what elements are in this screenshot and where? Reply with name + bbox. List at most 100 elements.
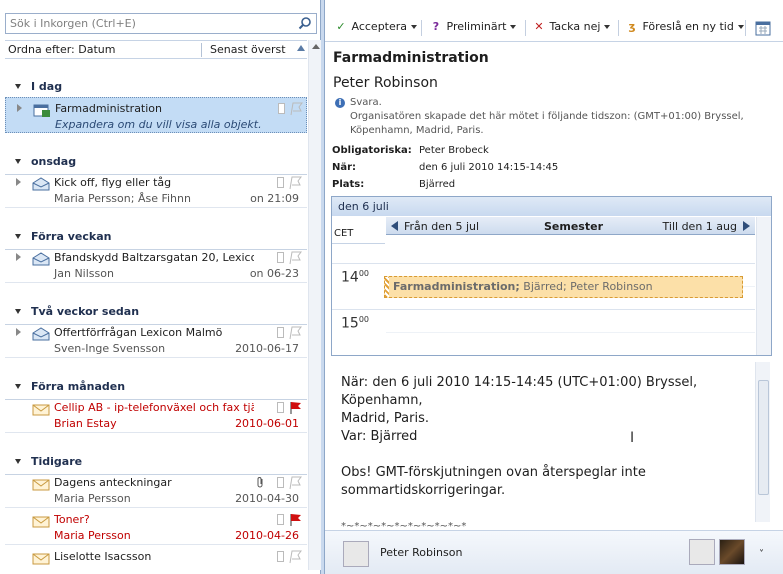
item-subject: Kick off, flyg eller tåg	[54, 176, 172, 189]
body-line: Madrid, Paris.	[341, 411, 429, 426]
meta-value[interactable]: Peter Brobeck	[419, 145, 489, 156]
collapse-icon[interactable]	[15, 84, 21, 89]
message-body: När: den 6 juli 2010 14:15-14:45 (UTC+01…	[341, 374, 761, 554]
category-box[interactable]	[277, 402, 284, 413]
dropdown-icon[interactable]	[510, 25, 517, 29]
item-subject: Offertförfrågan Lexicon Malmö	[54, 326, 223, 339]
collapse-icon[interactable]	[15, 234, 21, 239]
flag-icon[interactable]	[288, 176, 302, 190]
group-header[interactable]: Förra veckan	[5, 227, 307, 250]
expand-icon[interactable]	[16, 178, 21, 186]
group-header[interactable]: onsdag	[5, 152, 307, 175]
tentative-stripe	[385, 277, 389, 297]
dropdown-icon[interactable]	[604, 25, 611, 29]
item-date: 2010-06-17	[235, 342, 299, 355]
group-header[interactable]: I dag	[5, 77, 307, 100]
toolbar-separator	[618, 20, 619, 36]
info-reply[interactable]: Svara.	[350, 97, 382, 108]
collapse-icon[interactable]	[15, 384, 21, 389]
calendar-icon[interactable]	[755, 20, 771, 36]
message-sender[interactable]: Peter Robinson	[333, 75, 438, 91]
collapse-icon[interactable]	[15, 159, 21, 164]
flag-icon[interactable]	[288, 251, 302, 265]
tentative-label: Preliminärt	[446, 20, 507, 33]
group-header[interactable]: Förra månaden	[5, 377, 307, 400]
meeting-icon	[32, 252, 50, 266]
tentative-button[interactable]: ? Preliminärt	[429, 20, 517, 36]
list-item[interactable]: Bfandskydd Baltzarsgatan 20, Lexicon Jan…	[5, 247, 307, 283]
list-item[interactable]: Kick off, flyg eller tåg Maria Persson; …	[5, 172, 307, 208]
chevron-down-icon[interactable]: ˅	[759, 549, 764, 560]
toolbar-separator	[745, 20, 746, 36]
expand-icon[interactable]	[17, 104, 22, 112]
flag-icon[interactable]	[289, 102, 303, 116]
category-box[interactable]	[277, 514, 284, 525]
list-item[interactable]: Cellip AB - ip-telefonväxel och fax tjän…	[5, 397, 307, 433]
next-arrow-icon[interactable]	[743, 221, 750, 231]
sort-order-button[interactable]: Senast överst	[210, 43, 286, 56]
list-item[interactable]: Farmadministration Expandera om du vill …	[5, 97, 307, 133]
search-icon[interactable]	[298, 16, 312, 30]
sort-up-icon[interactable]	[297, 45, 305, 51]
list-item[interactable]: Liselotte Isacsson	[5, 546, 307, 570]
next-appointment-link[interactable]: Till den 1 aug	[663, 220, 737, 233]
expand-icon[interactable]	[16, 253, 21, 261]
item-subject: Bfandskydd Baltzarsgatan 20, Lexicon	[54, 251, 254, 264]
category-box[interactable]	[277, 551, 284, 562]
item-sender: Jan Nilsson	[54, 267, 114, 280]
appointment-details: Bjärred; Peter Robinson	[519, 280, 653, 293]
scroll-thumb[interactable]	[758, 380, 769, 495]
sort-by-button[interactable]: Ordna efter: Datum	[8, 43, 115, 56]
prev-arrow-icon[interactable]	[391, 221, 398, 231]
expand-icon[interactable]	[16, 328, 21, 336]
flag-icon[interactable]	[288, 550, 302, 564]
search-input[interactable]: Sök i Inkorgen (Ctrl+E)	[5, 13, 317, 34]
dropdown-icon[interactable]	[737, 25, 744, 29]
red-flag-icon[interactable]	[288, 401, 302, 415]
scroll-up-icon[interactable]	[312, 44, 320, 49]
collapse-icon[interactable]	[15, 459, 21, 464]
hour-label: 1500	[341, 315, 369, 332]
group-header[interactable]: Tidigare	[5, 452, 307, 475]
avatar[interactable]	[689, 539, 715, 565]
response-toolbar: ✓ Acceptera ? Preliminärt ✕ Tacka nej ʒ …	[325, 14, 783, 42]
envelope-icon	[32, 553, 50, 565]
propose-time-button[interactable]: ʒ Föreslå en ny tid	[625, 20, 744, 36]
meta-when: När: den 6 juli 2010 14:15-14:45	[332, 162, 558, 173]
avatar[interactable]	[343, 541, 369, 567]
category-box[interactable]	[278, 103, 285, 114]
category-box[interactable]	[277, 252, 284, 263]
item-date: 2010-04-26	[235, 529, 299, 542]
flag-icon[interactable]	[288, 476, 302, 490]
item-date: 2010-06-01	[235, 417, 299, 430]
list-item[interactable]: Offertförfrågan Lexicon Malmö Sven-Inge …	[5, 322, 307, 358]
list-item[interactable]: Dagens anteckningar Maria Persson 2010-0…	[5, 472, 307, 508]
accept-label: Acceptera	[351, 20, 408, 33]
accept-button[interactable]: ✓ Acceptera	[334, 20, 418, 36]
body-line: När: den 6 juli 2010 14:15-14:45 (UTC+01…	[341, 375, 698, 408]
group-label: Tidigare	[31, 455, 83, 468]
flag-icon[interactable]	[288, 326, 302, 340]
red-flag-icon[interactable]	[288, 513, 302, 527]
item-sender: Sven-Inge Svensson	[54, 342, 166, 355]
calendar-scrollbar[interactable]	[756, 217, 771, 355]
appointment-block[interactable]: Farmadministration; Bjärred; Peter Robin…	[384, 276, 743, 298]
category-box[interactable]	[277, 177, 284, 188]
body-scrollbar[interactable]	[755, 362, 770, 522]
meta-label: När:	[332, 162, 357, 173]
category-box[interactable]	[277, 327, 284, 338]
checkmark-icon: ✓	[336, 20, 346, 33]
attachment-icon	[257, 477, 263, 488]
list-scrollbar[interactable]	[308, 40, 321, 570]
list-item[interactable]: Toner? Maria Persson 2010-04-26	[5, 509, 307, 545]
message-subject: Farmadministration	[333, 50, 489, 66]
item-sender: Brian Estay	[54, 417, 117, 430]
dropdown-icon[interactable]	[411, 25, 418, 29]
decline-button[interactable]: ✕ Tacka nej	[532, 20, 611, 36]
category-box[interactable]	[277, 477, 284, 488]
prev-appointment-link[interactable]: Från den 5 jul	[404, 220, 479, 233]
avatar-photo[interactable]	[719, 539, 745, 565]
group-header[interactable]: Två veckor sedan	[5, 302, 307, 325]
people-pane-name[interactable]: Peter Robinson	[380, 546, 462, 559]
collapse-icon[interactable]	[15, 309, 21, 314]
